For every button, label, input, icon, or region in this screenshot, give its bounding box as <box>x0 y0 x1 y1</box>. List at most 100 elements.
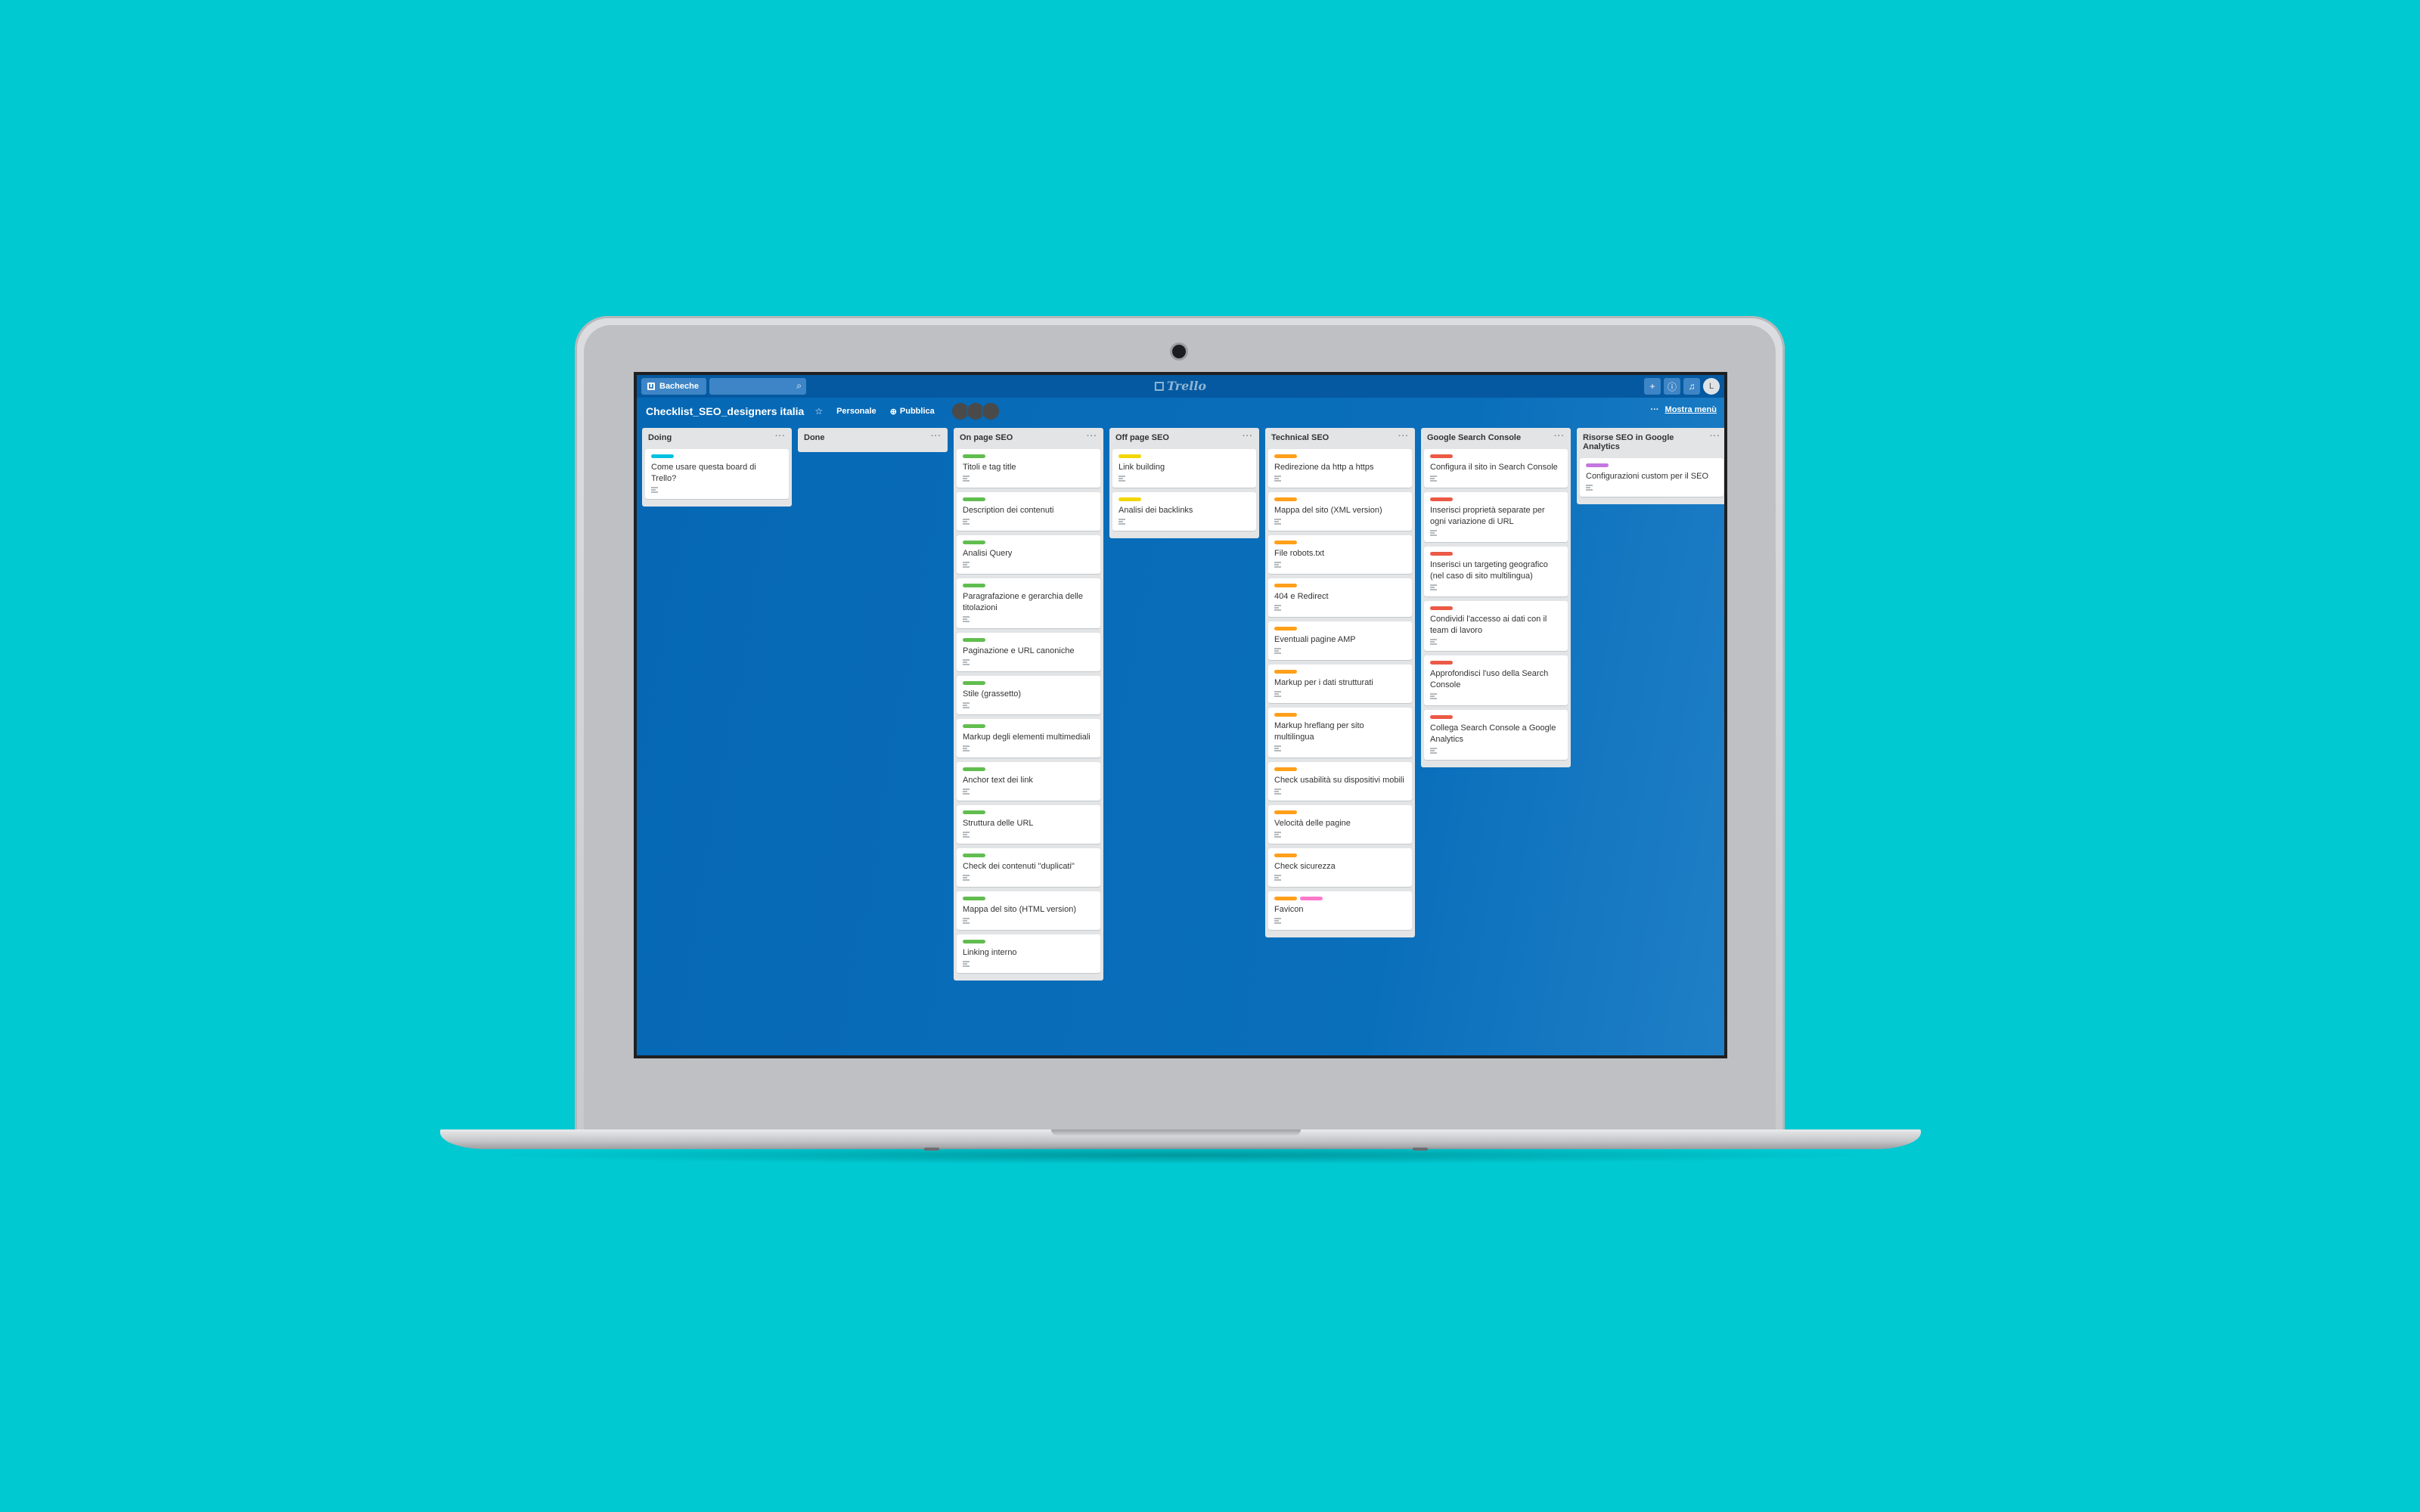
card-labels <box>963 766 1094 772</box>
card[interactable]: Configurazioni custom per il SEO <box>1580 458 1723 497</box>
card-labels <box>1274 809 1406 815</box>
dots-icon: ··· <box>1650 405 1659 414</box>
card-labels <box>963 680 1094 686</box>
search-input[interactable]: ⌕ <box>709 378 806 395</box>
label-green <box>963 454 985 458</box>
label-blue <box>651 454 674 458</box>
card-labels <box>1430 714 1562 720</box>
list-menu-icon[interactable]: ··· <box>931 432 942 441</box>
list-menu-icon[interactable]: ··· <box>1398 432 1409 441</box>
description-icon <box>963 832 1094 841</box>
list-title: On page SEO <box>960 433 1013 442</box>
card[interactable]: Link building <box>1112 449 1256 488</box>
list-header[interactable]: Off page SEO ··· <box>1112 428 1256 449</box>
card[interactable]: Paragrafazione e gerarchia delle titolaz… <box>957 578 1100 628</box>
card-labels <box>963 582 1094 588</box>
trello-logo[interactable]: Trello <box>1154 379 1206 393</box>
card[interactable]: Velocità delle pagine <box>1268 805 1412 844</box>
card[interactable]: Configura il sito in Search Console <box>1424 449 1568 488</box>
card-labels <box>963 852 1094 858</box>
list-header[interactable]: Google Search Console ··· <box>1424 428 1568 449</box>
star-icon[interactable]: ☆ <box>814 406 823 417</box>
card[interactable]: Come usare questa board di Trello? <box>645 449 789 499</box>
list-menu-icon[interactable]: ··· <box>1243 432 1253 441</box>
card[interactable]: Titoli e tag title <box>957 449 1100 488</box>
globe-icon: ⊕ <box>889 407 897 417</box>
card[interactable]: Analisi dei backlinks <box>1112 492 1256 531</box>
card[interactable]: Mappa del sito (XML version) <box>1268 492 1412 531</box>
card[interactable]: Stile (grassetto) <box>957 676 1100 714</box>
card-labels <box>1430 453 1562 459</box>
boards-icon <box>647 383 655 390</box>
list-menu-icon[interactable]: ··· <box>1710 432 1720 441</box>
card-title: Analisi dei backlinks <box>1118 506 1193 515</box>
card[interactable]: Inserisci proprietà separate per ogni va… <box>1424 492 1568 542</box>
description-icon <box>1274 745 1406 754</box>
info-icon[interactable]: ⓘ <box>1664 378 1680 395</box>
card[interactable]: Analisi Query <box>957 535 1100 574</box>
avatar[interactable] <box>981 402 1000 420</box>
visibility-button[interactable]: ⊕ Pubblica <box>890 407 935 417</box>
card[interactable]: Markup degli elementi multimediali <box>957 719 1100 758</box>
bell-icon[interactable]: ♫ <box>1683 378 1700 395</box>
card[interactable]: Anchor text dei link <box>957 762 1100 801</box>
list-menu-icon[interactable]: ··· <box>1087 432 1097 441</box>
list-title: Google Search Console <box>1427 433 1522 442</box>
card[interactable]: Mappa del sito (HTML version) <box>957 891 1100 930</box>
card[interactable]: Favicon <box>1268 891 1412 930</box>
card[interactable]: 404 e Redirect <box>1268 578 1412 617</box>
card-title: Check usabilità su dispositivi mobili <box>1274 776 1404 785</box>
card-labels <box>963 938 1094 944</box>
lists-container: Doing ··· Come usare questa board di Trell… <box>642 428 1724 981</box>
card[interactable]: Check sicurezza <box>1268 848 1412 887</box>
show-menu-button[interactable]: ··· Mostra menù <box>1651 405 1717 414</box>
card[interactable]: Linking interno <box>957 934 1100 973</box>
card[interactable]: Struttura delle URL <box>957 805 1100 844</box>
list-header[interactable]: Risorse SEO in Google Analytics ··· <box>1580 428 1723 458</box>
card[interactable]: File robots.txt <box>1268 535 1412 574</box>
card[interactable]: Eventuali pagine AMP <box>1268 621 1412 660</box>
show-menu-label: Mostra menù <box>1665 405 1717 414</box>
card[interactable]: Check usabilità su dispositivi mobili <box>1268 762 1412 801</box>
list-header[interactable]: Doing ··· <box>645 428 789 449</box>
board-title[interactable]: Checklist_SEO_designers italia <box>646 405 804 417</box>
label-green <box>963 767 985 771</box>
list-header[interactable]: On page SEO ··· <box>957 428 1100 449</box>
board-members[interactable] <box>951 402 1000 420</box>
card[interactable]: Markup per i dati strutturati <box>1268 665 1412 703</box>
card-labels <box>1274 496 1406 502</box>
card[interactable]: Check dei contenuti "duplicati" <box>957 848 1100 887</box>
card[interactable]: Redirezione da http a https <box>1268 449 1412 488</box>
card[interactable]: Description dei contenuti <box>957 492 1100 531</box>
list-menu-icon[interactable]: ··· <box>775 432 786 441</box>
label-green <box>963 637 985 642</box>
card[interactable]: Approfondisci l'uso della Search Console <box>1424 655 1568 705</box>
list-menu-icon[interactable]: ··· <box>1554 432 1565 441</box>
description-icon <box>1430 693 1562 702</box>
card-title: Configurazioni custom per il SEO <box>1586 472 1709 481</box>
label-orange <box>1274 626 1297 631</box>
list-2: Done ··· <box>798 428 948 452</box>
card-title: Mappa del sito (HTML version) <box>963 905 1076 914</box>
card-labels <box>963 453 1094 459</box>
description-icon <box>1274 875 1406 884</box>
plus-icon[interactable]: + <box>1644 378 1661 395</box>
card-title: Approfondisci l'uso della Search Console <box>1430 669 1549 689</box>
card[interactable]: Condividi l'accesso ai dati con il team … <box>1424 601 1568 651</box>
list-6: Google Search Console ··· Configura il sit… <box>1421 428 1571 767</box>
list-title: Off page SEO <box>1115 433 1169 442</box>
description-icon <box>1274 789 1406 798</box>
card[interactable]: Markup hreflang per sito multilingua <box>1268 708 1412 758</box>
label-green <box>963 540 985 544</box>
user-avatar[interactable]: L <box>1703 378 1720 395</box>
description-icon <box>1586 485 1717 494</box>
card[interactable]: Inserisci un targeting geografico (nel c… <box>1424 547 1568 596</box>
boards-button[interactable]: Bacheche <box>641 378 706 395</box>
card-title: Favicon <box>1274 905 1304 914</box>
list-header[interactable]: Done ··· <box>801 428 945 449</box>
team-button[interactable]: Personale <box>836 407 876 416</box>
card[interactable]: Collega Search Console a Google Analytic… <box>1424 710 1568 760</box>
label-orange <box>1274 810 1297 814</box>
list-header[interactable]: Technical SEO ··· <box>1268 428 1412 449</box>
card[interactable]: Paginazione e URL canoniche <box>957 633 1100 671</box>
